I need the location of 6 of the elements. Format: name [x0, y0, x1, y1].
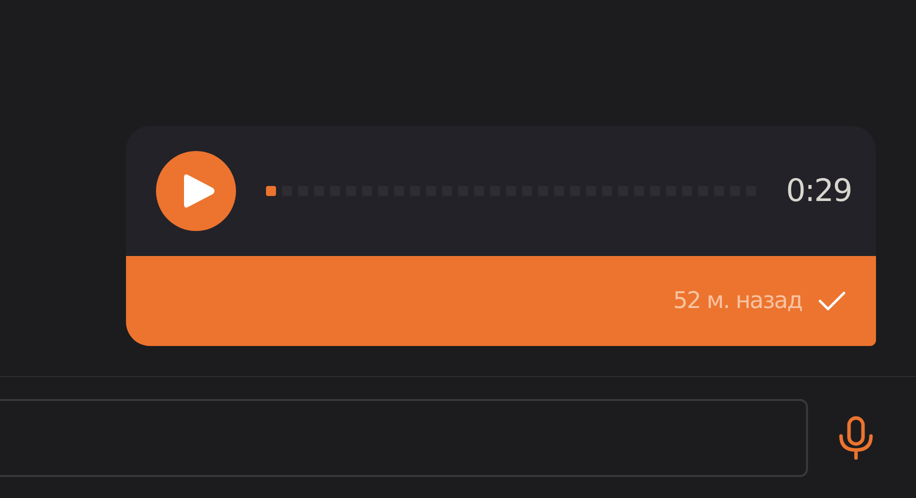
play-icon	[182, 172, 216, 210]
message-input[interactable]	[0, 398, 808, 476]
duration-label: 0:29	[786, 173, 852, 209]
microphone-button[interactable]	[838, 416, 874, 460]
sent-time: 52 м. назад	[673, 288, 802, 314]
playback-track[interactable]	[266, 185, 756, 197]
